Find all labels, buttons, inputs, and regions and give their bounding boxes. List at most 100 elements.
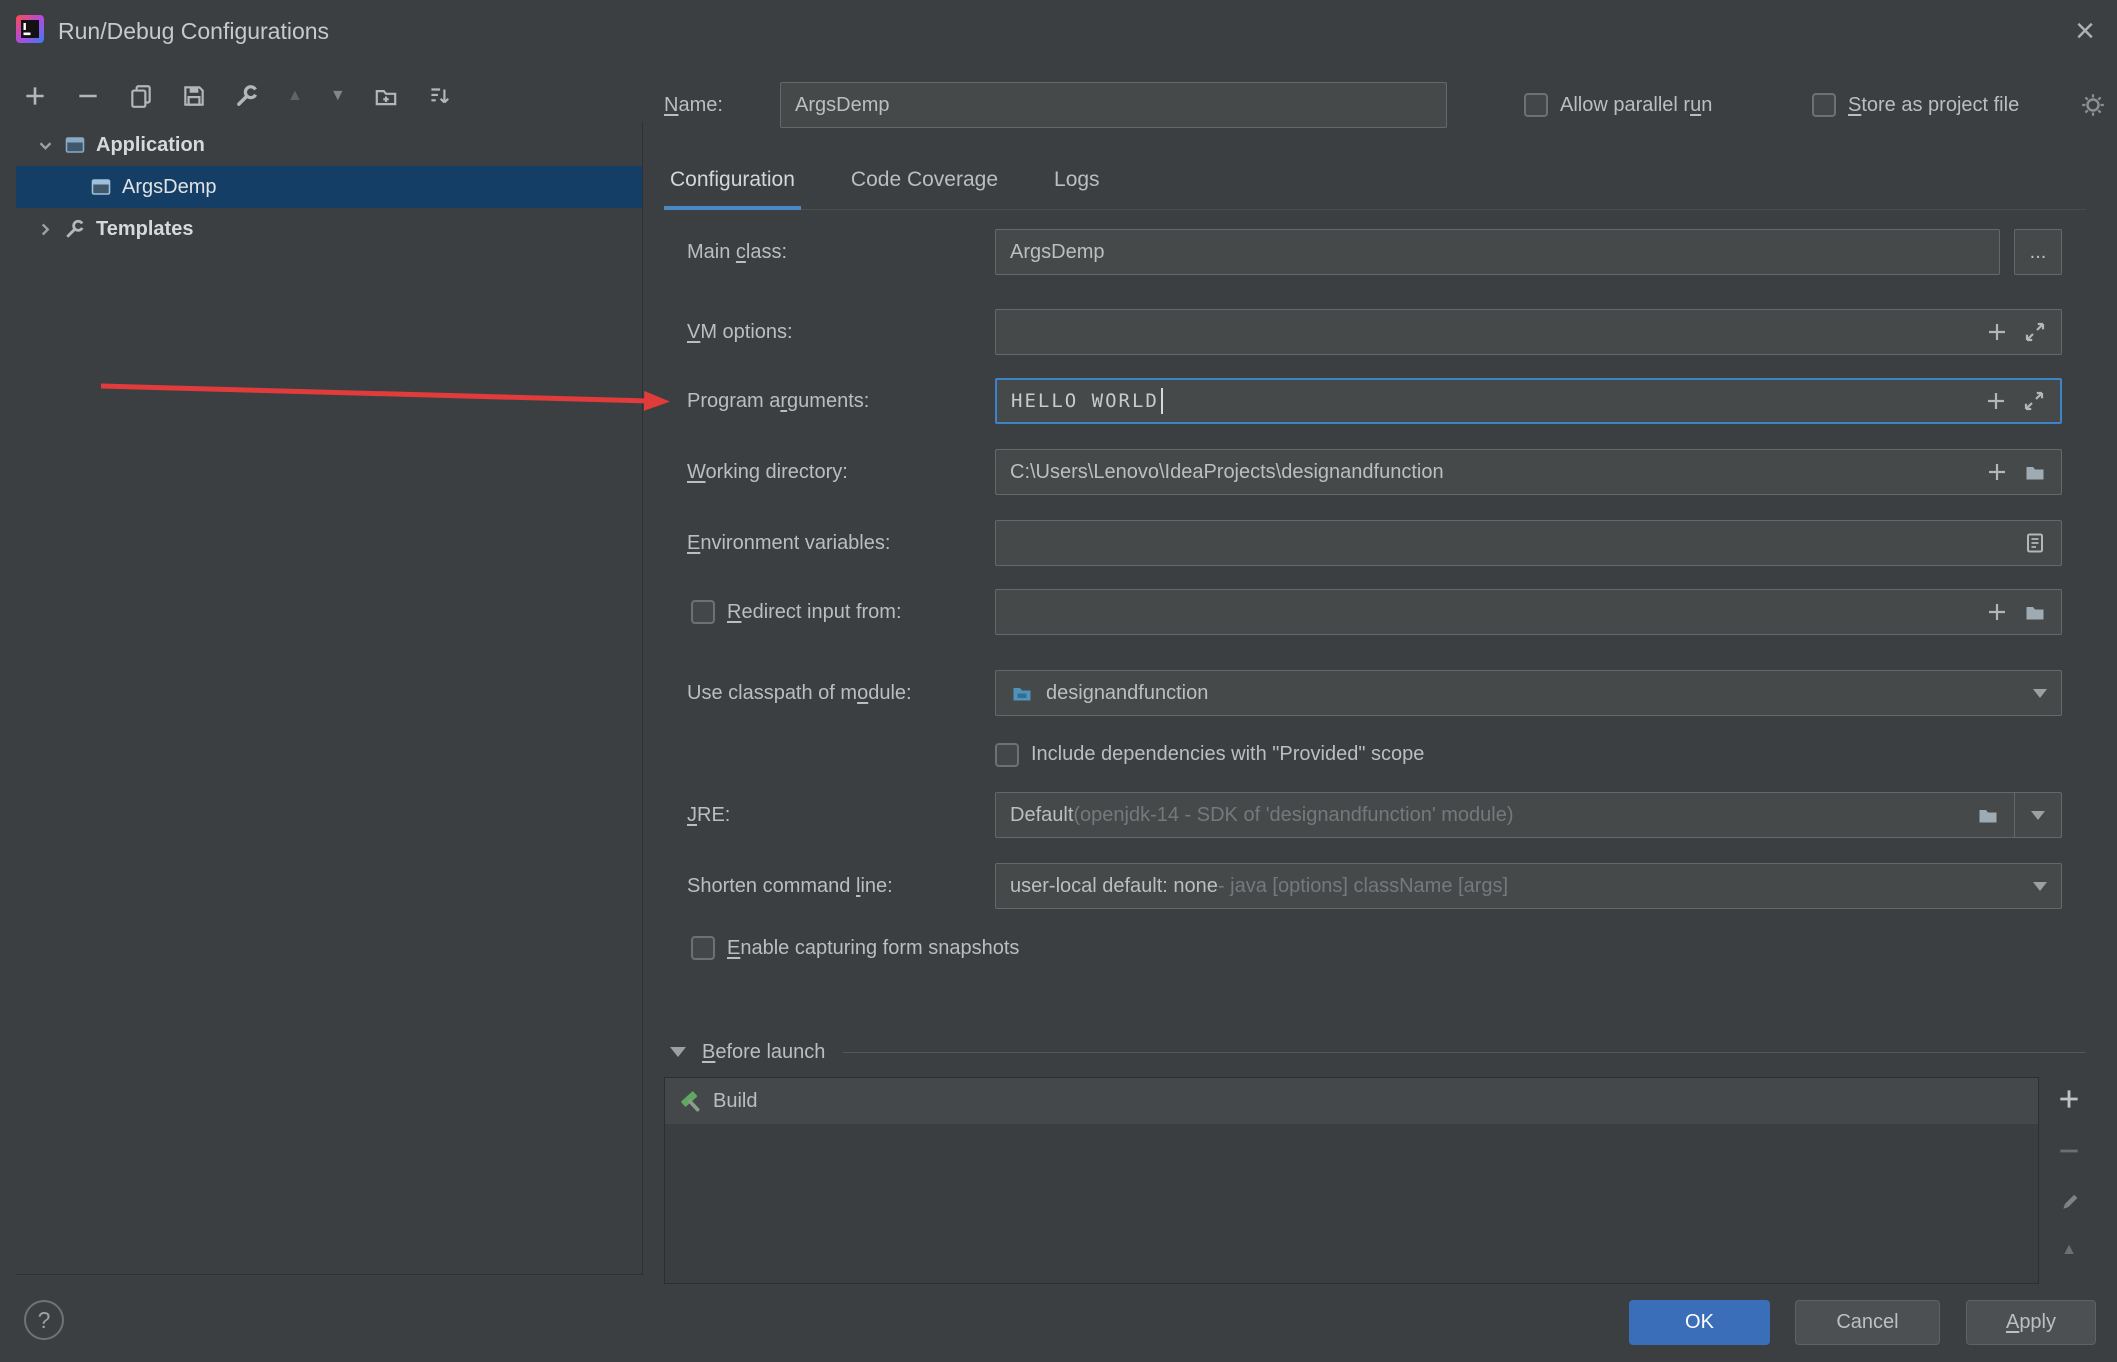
text-cursor	[1161, 388, 1163, 414]
config-tabs: Configuration Code Coverage Logs	[664, 154, 2086, 210]
move-up-icon[interactable]: ▲	[287, 88, 303, 104]
environment-variables-field[interactable]	[995, 520, 2062, 566]
main-class-label: Main class:	[687, 229, 787, 275]
cancel-button[interactable]: Cancel	[1795, 1300, 1940, 1345]
help-question-mark: ?	[38, 1307, 51, 1334]
shorten-command-line-label: Shorten command line:	[687, 863, 893, 909]
gear-icon[interactable]	[2080, 92, 2106, 118]
sort-alphabetically-icon[interactable]	[426, 83, 452, 109]
remove-icon[interactable]	[75, 83, 101, 109]
enable-snapshots-checkbox[interactable]	[691, 936, 715, 960]
tree-item-label: Application	[96, 134, 205, 157]
tree-item-argsdemp[interactable]: ArgsDemp	[16, 166, 642, 208]
jre-label: JRE:	[687, 792, 730, 838]
tab-logs[interactable]: Logs	[1048, 154, 1106, 210]
collapse-triangle-icon[interactable]	[670, 1047, 686, 1057]
jre-dropdown[interactable]: Default (openjdk-14 - SDK of 'designandf…	[995, 792, 2062, 838]
tree-item-application[interactable]: Application	[16, 124, 642, 166]
before-launch-item-label: Build	[713, 1090, 757, 1113]
program-arguments-field[interactable]: HELLO WORLD	[995, 378, 2062, 424]
configurations-tree: Application ArgsDemp Templates	[16, 122, 643, 1275]
name-field[interactable]	[780, 82, 1447, 128]
help-button[interactable]: ?	[24, 1300, 64, 1340]
edit-pencil-icon[interactable]	[2056, 1190, 2082, 1216]
copy-icon[interactable]	[128, 83, 154, 109]
program-arguments-label: Program arguments:	[687, 378, 869, 424]
include-provided-checkbox[interactable]	[995, 743, 1019, 767]
close-icon[interactable]: ×	[2075, 8, 2095, 54]
use-classpath-value: designandfunction	[1046, 682, 1208, 705]
browse-variables-icon[interactable]	[2023, 531, 2047, 555]
before-launch-item-build[interactable]: Build	[665, 1078, 2038, 1124]
module-icon	[1010, 681, 1034, 705]
use-classpath-dropdown[interactable]: designandfunction	[995, 670, 2062, 716]
edit-templates-icon[interactable]	[234, 83, 260, 109]
run-debug-configurations-dialog: Run/Debug Configurations × ▲ ▼ Applicati…	[0, 0, 2117, 1362]
add-icon[interactable]	[1985, 460, 2009, 484]
enable-snapshots-label: Enable capturing form snapshots	[727, 925, 1019, 971]
add-icon[interactable]	[2056, 1086, 2082, 1112]
working-directory-input[interactable]	[1010, 461, 1975, 484]
divider	[843, 1052, 2086, 1053]
vm-options-input[interactable]	[1010, 321, 1975, 344]
before-launch-title: Before launch	[702, 1041, 825, 1064]
name-label: Name:	[664, 82, 723, 128]
tab-code-coverage[interactable]: Code Coverage	[845, 154, 1004, 210]
folder-icon[interactable]	[2023, 600, 2047, 624]
move-up-icon[interactable]: ▲	[2061, 1242, 2077, 1258]
save-icon[interactable]	[181, 83, 207, 109]
folder-icon[interactable]	[2023, 460, 2047, 484]
redirect-input-input[interactable]	[1010, 601, 1975, 624]
redirect-input-label: Redirect input from:	[727, 589, 902, 635]
expand-icon[interactable]	[2022, 389, 2046, 413]
include-provided-label: Include dependencies with "Provided" sco…	[1031, 731, 1424, 777]
program-arguments-value: HELLO WORLD	[1011, 390, 1159, 412]
ellipsis-icon: ...	[2030, 241, 2047, 264]
allow-parallel-run-label: Allow parallel run	[1560, 82, 1712, 128]
environment-variables-input[interactable]	[1010, 532, 2013, 555]
working-directory-field[interactable]	[995, 449, 2062, 495]
jre-value: Default	[1010, 804, 1073, 827]
vm-options-field[interactable]	[995, 309, 2062, 355]
environment-variables-label: Environment variables:	[687, 520, 890, 566]
ok-button[interactable]: OK	[1629, 1300, 1770, 1345]
redirect-input-field[interactable]	[995, 589, 2062, 635]
tree-item-label: ArgsDemp	[122, 176, 216, 199]
working-directory-label: Working directory:	[687, 449, 848, 495]
shorten-value-secondary: - java [options] className [args]	[1218, 875, 1508, 898]
tree-item-templates[interactable]: Templates	[16, 208, 642, 250]
add-icon[interactable]	[1985, 600, 2009, 624]
remove-icon[interactable]	[2056, 1138, 2082, 1164]
move-down-icon[interactable]: ▼	[330, 88, 346, 104]
jre-dropdown-button[interactable]	[2014, 793, 2061, 837]
add-icon[interactable]	[1985, 320, 2009, 344]
store-as-project-file-checkbox[interactable]	[1812, 93, 1836, 117]
hammer-icon	[677, 1088, 703, 1114]
intellij-logo-icon	[16, 15, 44, 43]
redirect-input-checkbox[interactable]	[691, 600, 715, 624]
apply-button[interactable]: Apply	[1966, 1300, 2096, 1345]
application-icon	[64, 134, 86, 156]
shorten-value: user-local default: none	[1010, 875, 1218, 898]
chevron-down-icon	[2033, 689, 2047, 698]
use-classpath-label: Use classpath of module:	[687, 670, 912, 716]
shorten-command-line-dropdown[interactable]: user-local default: none - java [options…	[995, 863, 2062, 909]
tab-configuration[interactable]: Configuration	[664, 154, 801, 210]
folder-icon[interactable]	[1976, 803, 2000, 827]
expand-icon[interactable]	[2023, 320, 2047, 344]
wrench-icon	[64, 218, 86, 240]
chevron-down-icon[interactable]	[34, 134, 56, 156]
chevron-down-icon	[2033, 882, 2047, 891]
name-input[interactable]	[795, 94, 1432, 117]
chevron-right-icon[interactable]	[34, 218, 56, 240]
main-class-field[interactable]	[995, 229, 2000, 275]
before-launch-header: Before launch	[664, 1030, 2086, 1074]
add-icon[interactable]	[1984, 389, 2008, 413]
vm-options-label: VM options:	[687, 309, 793, 355]
allow-parallel-run-checkbox[interactable]	[1524, 93, 1548, 117]
main-class-input[interactable]	[1010, 241, 1985, 264]
add-icon[interactable]	[22, 83, 48, 109]
new-folder-icon[interactable]	[373, 83, 399, 109]
dialog-title: Run/Debug Configurations	[58, 0, 329, 62]
main-class-browse-button[interactable]: ...	[2014, 229, 2062, 275]
